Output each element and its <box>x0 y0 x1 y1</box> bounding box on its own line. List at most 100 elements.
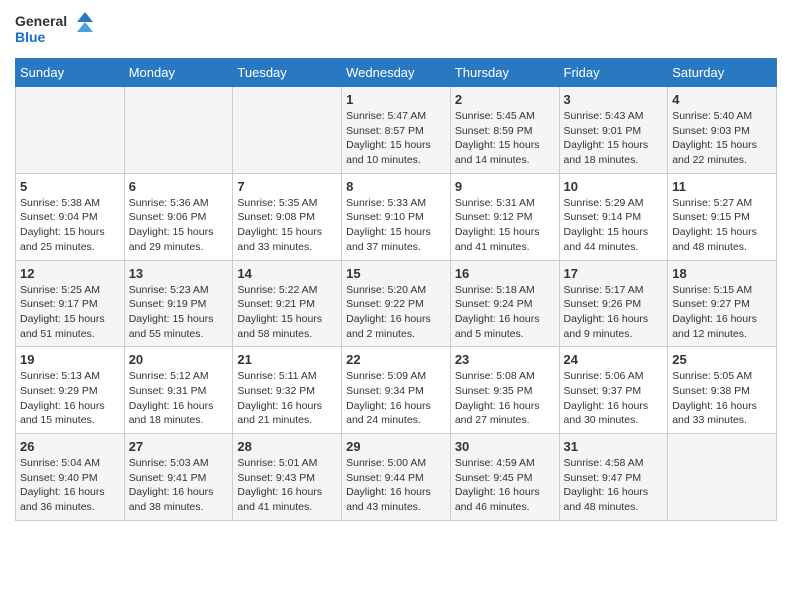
week-row-2: 5Sunrise: 5:38 AM Sunset: 9:04 PM Daylig… <box>16 173 777 260</box>
day-info: Sunrise: 5:43 AM Sunset: 9:01 PM Dayligh… <box>564 109 664 168</box>
header-cell-tuesday: Tuesday <box>233 59 342 87</box>
day-number: 3 <box>564 92 664 107</box>
day-cell: 1Sunrise: 5:47 AM Sunset: 8:57 PM Daylig… <box>342 87 451 174</box>
day-number: 13 <box>129 266 229 281</box>
day-cell: 18 Sunrise: 5:15 AM Sunset: 9:27 PM Dayli… <box>668 260 777 347</box>
day-number: 15 <box>346 266 446 281</box>
day-info: Sunrise: 5:33 AM Sunset: 9:10 PM Dayligh… <box>346 196 446 255</box>
day-number: 31 <box>564 439 664 454</box>
day-info: Sunrise: 5:40 AM Sunset: 9:03 PM Dayligh… <box>672 109 772 168</box>
day-cell: 5Sunrise: 5:38 AM Sunset: 9:04 PM Daylig… <box>16 173 125 260</box>
page-container: General Blue SundayMondayTuesdayWednesda… <box>0 0 792 536</box>
day-number: 18 <box>672 266 772 281</box>
day-number: 20 <box>129 352 229 367</box>
day-cell: 12 Sunrise: 5:25 AM Sunset: 9:17 PM Dayli… <box>16 260 125 347</box>
day-cell: 27 Sunrise: 5:03 AM Sunset: 9:41 PM Dayli… <box>124 434 233 521</box>
day-cell: 2 Sunrise: 5:45 AM Sunset: 8:59 PM Daylig… <box>450 87 559 174</box>
day-info: Sunrise: 4:58 AM Sunset: 9:47 PM Dayligh… <box>564 456 664 515</box>
week-row-5: 26Sunrise: 5:04 AM Sunset: 9:40 PM Dayli… <box>16 434 777 521</box>
calendar-body: 1Sunrise: 5:47 AM Sunset: 8:57 PM Daylig… <box>16 87 777 521</box>
day-number: 22 <box>346 352 446 367</box>
day-number: 21 <box>237 352 337 367</box>
day-number: 9 <box>455 179 555 194</box>
day-info: Sunrise: 5:15 AM Sunset: 9:27 PM Dayligh… <box>672 283 772 342</box>
logo: General Blue <box>15 10 95 50</box>
day-info: Sunrise: 5:04 AM Sunset: 9:40 PM Dayligh… <box>20 456 120 515</box>
day-info: Sunrise: 5:05 AM Sunset: 9:38 PM Dayligh… <box>672 369 772 428</box>
week-row-3: 12 Sunrise: 5:25 AM Sunset: 9:17 PM Dayli… <box>16 260 777 347</box>
svg-text:Blue: Blue <box>15 29 46 45</box>
day-number: 17 <box>564 266 664 281</box>
day-cell: 7 Sunrise: 5:35 AM Sunset: 9:08 PM Daylig… <box>233 173 342 260</box>
day-cell: 10 Sunrise: 5:29 AM Sunset: 9:14 PM Dayli… <box>559 173 668 260</box>
day-cell: 19Sunrise: 5:13 AM Sunset: 9:29 PM Dayli… <box>16 347 125 434</box>
calendar-header: SundayMondayTuesdayWednesdayThursdayFrid… <box>16 59 777 87</box>
header-row: SundayMondayTuesdayWednesdayThursdayFrid… <box>16 59 777 87</box>
day-cell: 11 Sunrise: 5:27 AM Sunset: 9:15 PM Dayli… <box>668 173 777 260</box>
day-info: Sunrise: 5:29 AM Sunset: 9:14 PM Dayligh… <box>564 196 664 255</box>
day-cell: 24 Sunrise: 5:06 AM Sunset: 9:37 PM Dayli… <box>559 347 668 434</box>
day-info: Sunrise: 5:18 AM Sunset: 9:24 PM Dayligh… <box>455 283 555 342</box>
day-info: Sunrise: 5:25 AM Sunset: 9:17 PM Dayligh… <box>20 283 120 342</box>
day-cell: 30Sunrise: 4:59 AM Sunset: 9:45 PM Dayli… <box>450 434 559 521</box>
header-cell-friday: Friday <box>559 59 668 87</box>
day-cell <box>16 87 125 174</box>
logo-svg: General Blue <box>15 10 95 50</box>
day-cell: 17 Sunrise: 5:17 AM Sunset: 9:26 PM Dayli… <box>559 260 668 347</box>
week-row-1: 1Sunrise: 5:47 AM Sunset: 8:57 PM Daylig… <box>16 87 777 174</box>
day-info: Sunrise: 5:38 AM Sunset: 9:04 PM Dayligh… <box>20 196 120 255</box>
day-info: Sunrise: 5:11 AM Sunset: 9:32 PM Dayligh… <box>237 369 337 428</box>
day-number: 24 <box>564 352 664 367</box>
day-info: Sunrise: 5:06 AM Sunset: 9:37 PM Dayligh… <box>564 369 664 428</box>
day-info: Sunrise: 5:36 AM Sunset: 9:06 PM Dayligh… <box>129 196 229 255</box>
day-info: Sunrise: 5:45 AM Sunset: 8:59 PM Dayligh… <box>455 109 555 168</box>
day-cell: 21 Sunrise: 5:11 AM Sunset: 9:32 PM Dayli… <box>233 347 342 434</box>
day-info: Sunrise: 5:03 AM Sunset: 9:41 PM Dayligh… <box>129 456 229 515</box>
day-cell <box>668 434 777 521</box>
day-cell: 6 Sunrise: 5:36 AM Sunset: 9:06 PM Daylig… <box>124 173 233 260</box>
header-cell-monday: Monday <box>124 59 233 87</box>
day-cell: 8 Sunrise: 5:33 AM Sunset: 9:10 PM Daylig… <box>342 173 451 260</box>
day-info: Sunrise: 5:12 AM Sunset: 9:31 PM Dayligh… <box>129 369 229 428</box>
day-number: 7 <box>237 179 337 194</box>
day-number: 14 <box>237 266 337 281</box>
day-info: Sunrise: 5:13 AM Sunset: 9:29 PM Dayligh… <box>20 369 120 428</box>
header-cell-thursday: Thursday <box>450 59 559 87</box>
day-cell: 4 Sunrise: 5:40 AM Sunset: 9:03 PM Daylig… <box>668 87 777 174</box>
day-cell: 29 Sunrise: 5:00 AM Sunset: 9:44 PM Dayli… <box>342 434 451 521</box>
header-cell-sunday: Sunday <box>16 59 125 87</box>
day-info: Sunrise: 5:20 AM Sunset: 9:22 PM Dayligh… <box>346 283 446 342</box>
day-number: 6 <box>129 179 229 194</box>
week-row-4: 19Sunrise: 5:13 AM Sunset: 9:29 PM Dayli… <box>16 347 777 434</box>
day-info: Sunrise: 5:35 AM Sunset: 9:08 PM Dayligh… <box>237 196 337 255</box>
day-info: Sunrise: 5:01 AM Sunset: 9:43 PM Dayligh… <box>237 456 337 515</box>
day-cell: 26Sunrise: 5:04 AM Sunset: 9:40 PM Dayli… <box>16 434 125 521</box>
day-number: 28 <box>237 439 337 454</box>
day-info: Sunrise: 5:23 AM Sunset: 9:19 PM Dayligh… <box>129 283 229 342</box>
day-info: Sunrise: 5:09 AM Sunset: 9:34 PM Dayligh… <box>346 369 446 428</box>
day-cell: 25Sunrise: 5:05 AM Sunset: 9:38 PM Dayli… <box>668 347 777 434</box>
day-cell: 23Sunrise: 5:08 AM Sunset: 9:35 PM Dayli… <box>450 347 559 434</box>
day-info: Sunrise: 5:27 AM Sunset: 9:15 PM Dayligh… <box>672 196 772 255</box>
day-number: 11 <box>672 179 772 194</box>
day-cell: 16 Sunrise: 5:18 AM Sunset: 9:24 PM Dayli… <box>450 260 559 347</box>
day-info: Sunrise: 5:22 AM Sunset: 9:21 PM Dayligh… <box>237 283 337 342</box>
day-cell: 31 Sunrise: 4:58 AM Sunset: 9:47 PM Dayli… <box>559 434 668 521</box>
day-cell: 9Sunrise: 5:31 AM Sunset: 9:12 PM Daylig… <box>450 173 559 260</box>
day-cell: 20 Sunrise: 5:12 AM Sunset: 9:31 PM Dayli… <box>124 347 233 434</box>
day-number: 10 <box>564 179 664 194</box>
day-number: 16 <box>455 266 555 281</box>
header-cell-saturday: Saturday <box>668 59 777 87</box>
day-number: 27 <box>129 439 229 454</box>
day-info: Sunrise: 5:17 AM Sunset: 9:26 PM Dayligh… <box>564 283 664 342</box>
day-info: Sunrise: 4:59 AM Sunset: 9:45 PM Dayligh… <box>455 456 555 515</box>
day-number: 8 <box>346 179 446 194</box>
day-number: 2 <box>455 92 555 107</box>
day-cell: 22 Sunrise: 5:09 AM Sunset: 9:34 PM Dayli… <box>342 347 451 434</box>
day-number: 1 <box>346 92 446 107</box>
day-cell <box>124 87 233 174</box>
day-info: Sunrise: 5:00 AM Sunset: 9:44 PM Dayligh… <box>346 456 446 515</box>
day-number: 12 <box>20 266 120 281</box>
day-number: 29 <box>346 439 446 454</box>
day-number: 4 <box>672 92 772 107</box>
